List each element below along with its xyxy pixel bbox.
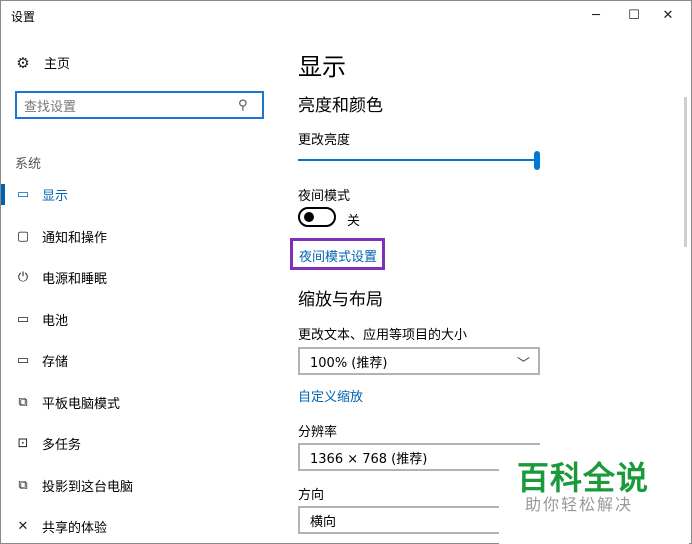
power-icon: ⏻ (17, 270, 29, 285)
night-mode-state: 关 (347, 214, 361, 229)
sidebar-item-7[interactable]: ⧉ 投影到这台电脑 (1, 465, 276, 506)
window-title: 设置 (11, 10, 36, 24)
scale-label: 更改文本、应用等项目的大小 (298, 328, 468, 343)
brightness-section-title: 亮度和颜色 (298, 96, 383, 116)
night-mode-label: 夜间模式 (298, 189, 351, 204)
sidebar-item-label: 电池 (42, 314, 69, 329)
scale-dropdown[interactable]: 100% (推荐) ﹀ (298, 347, 540, 375)
sidebar-item-3[interactable]: ▭ 电池 (1, 299, 276, 340)
sidebar-item-label: 通知和操作 (42, 231, 108, 246)
title-bar: 设置 ─ ☐ ✕ (1, 1, 691, 29)
brightness-slider-track (298, 159, 538, 161)
orientation-label: 方向 (298, 488, 325, 503)
sidebar-item-label: 显示 (42, 189, 69, 204)
toggle-knob (304, 212, 314, 222)
watermark: 百科全说 助你轻松解决 (499, 445, 689, 544)
search-icon[interactable]: ⚲ (238, 98, 262, 113)
search-input[interactable]: 查找设置 ⚲ (15, 91, 264, 119)
active-indicator (1, 184, 5, 205)
custom-scale-link[interactable]: 自定义缩放 (298, 386, 363, 405)
sidebar-item-label: 存储 (42, 355, 69, 370)
search-placeholder: 查找设置 (24, 99, 77, 115)
sidebar-section-label: 系统 (15, 157, 42, 172)
sidebar-item-label: 投影到这台电脑 (42, 480, 134, 495)
settings-window: 设置 ─ ☐ ✕ ⚙ 主页 查找设置 ⚲ 系统 ▭ 显示 ▢ 通知和操作 ⏻ 电源和睡眠 ▭… (0, 0, 692, 544)
sidebar-item-8[interactable]: ✕ 共享的体验 (1, 506, 276, 544)
gear-icon: ⚙ (16, 53, 30, 72)
sidebar-item-2[interactable]: ⏻ 电源和睡眠 (1, 257, 276, 298)
shared-experiences-icon: ✕ (17, 519, 29, 534)
sidebar-home[interactable]: ⚙ 主页 (15, 53, 71, 73)
sidebar-item-4[interactable]: ▭ 存储 (1, 340, 276, 381)
resolution-label: 分辨率 (298, 425, 338, 440)
sidebar: ⚙ 主页 查找设置 ⚲ 系统 ▭ 显示 ▢ 通知和操作 ⏻ 电源和睡眠 ▭ 电池 ▭ 存储 ⧉ 平板电… (1, 29, 276, 544)
resolution-dropdown-value: 1366 × 768 (推荐) (310, 451, 428, 467)
project-icon: ⧉ (18, 478, 28, 493)
sidebar-item-0[interactable]: ▭ 显示 (1, 174, 276, 215)
brightness-slider[interactable] (298, 149, 540, 171)
monitor-icon: ▭ (16, 187, 30, 202)
orientation-dropdown-value: 横向 (310, 514, 337, 530)
battery-icon: ▭ (16, 312, 30, 327)
brightness-label: 更改亮度 (298, 133, 351, 148)
sidebar-item-5[interactable]: ⧉ 平板电脑模式 (1, 382, 276, 423)
sidebar-item-label: 平板电脑模式 (42, 397, 121, 412)
sidebar-item-6[interactable]: ⊡ 多任务 (1, 423, 276, 464)
night-mode-settings-link[interactable]: 夜间模式设置 (299, 246, 377, 265)
sidebar-item-label: 电源和睡眠 (42, 272, 108, 287)
sidebar-home-label: 主页 (44, 57, 71, 72)
tablet-mode-icon: ⧉ (18, 395, 28, 410)
storage-icon: ▭ (16, 353, 30, 368)
scrollbar[interactable] (684, 97, 687, 247)
night-mode-toggle[interactable] (298, 207, 336, 227)
close-button[interactable]: ✕ (645, 1, 691, 29)
sidebar-item-1[interactable]: ▢ 通知和操作 (1, 216, 276, 257)
scale-dropdown-value: 100% (推荐) (310, 355, 388, 371)
watermark-subtitle: 助你轻松解决 (525, 495, 634, 514)
page-title: 显示 (298, 53, 346, 81)
message-icon: ▢ (16, 229, 30, 244)
brightness-slider-thumb[interactable] (534, 151, 540, 170)
sidebar-item-label: 共享的体验 (42, 521, 108, 536)
night-mode-settings-highlight: 夜间模式设置 (290, 238, 385, 270)
scale-section-title: 缩放与布局 (298, 290, 383, 310)
chevron-down-icon: ﹀ (516, 357, 530, 372)
sidebar-item-label: 多任务 (42, 438, 82, 453)
multitask-icon: ⊡ (17, 436, 29, 451)
